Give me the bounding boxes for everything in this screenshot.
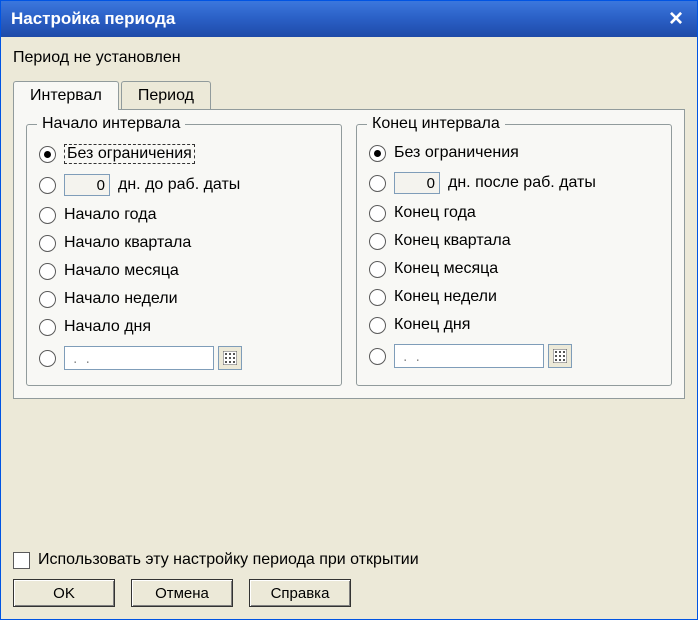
groups-row: Начало интервала Без ограничения дн. до … <box>26 124 672 386</box>
help-button[interactable]: Справка <box>249 579 351 607</box>
close-icon[interactable]: × <box>663 7 689 31</box>
radio-label: Конец месяца <box>394 260 498 278</box>
radio-icon[interactable] <box>369 175 386 192</box>
start-option-no-limit[interactable]: Без ограничения <box>37 139 331 169</box>
tab-panel-interval: Начало интервала Без ограничения дн. до … <box>13 109 685 399</box>
radio-label: Конец дня <box>394 316 470 334</box>
ok-button[interactable]: OK <box>13 579 115 607</box>
radio-icon[interactable] <box>369 289 386 306</box>
start-date-wrap <box>64 346 242 370</box>
start-option-quarter[interactable]: Начало квартала <box>37 229 331 257</box>
radio-icon[interactable] <box>369 233 386 250</box>
cancel-button[interactable]: Отмена <box>131 579 233 607</box>
radio-label: Конец квартала <box>394 232 511 250</box>
start-date-input[interactable] <box>64 346 214 370</box>
end-legend: Конец интервала <box>367 115 505 133</box>
bottom-panel: Использовать эту настройку периода при о… <box>1 543 697 619</box>
start-days-input[interactable] <box>64 174 110 196</box>
start-option-year[interactable]: Начало года <box>37 201 331 229</box>
radio-label: Начало недели <box>64 290 178 308</box>
radio-icon[interactable] <box>39 350 56 367</box>
start-option-week[interactable]: Начало недели <box>37 285 331 313</box>
tab-interval-label: Интервал <box>30 87 102 104</box>
radio-icon[interactable] <box>39 177 56 194</box>
radio-icon[interactable] <box>39 263 56 280</box>
end-option-days-after[interactable]: дн. после раб. даты <box>367 167 661 199</box>
tab-period-label: Период <box>138 87 194 104</box>
radio-label: Без ограничения <box>64 144 195 164</box>
end-date-wrap <box>394 344 572 368</box>
end-option-no-limit[interactable]: Без ограничения <box>367 139 661 167</box>
tab-row: Интервал Период <box>13 81 685 109</box>
tab-period[interactable]: Период <box>121 81 211 109</box>
radio-icon[interactable] <box>39 235 56 252</box>
end-date-input[interactable] <box>394 344 544 368</box>
radio-label: Начало месяца <box>64 262 179 280</box>
radio-label: Начало квартала <box>64 234 191 252</box>
end-option-date[interactable] <box>367 339 661 373</box>
start-interval-group: Начало интервала Без ограничения дн. до … <box>26 124 342 386</box>
checkbox-icon[interactable] <box>13 552 30 569</box>
window-title: Настройка периода <box>11 9 175 29</box>
use-on-open-checkbox-row[interactable]: Использовать эту настройку периода при о… <box>13 551 685 569</box>
end-days-input[interactable] <box>394 172 440 194</box>
end-option-year[interactable]: Конец года <box>367 199 661 227</box>
dialog-window: Настройка периода × Период не установлен… <box>0 0 698 620</box>
radio-icon[interactable] <box>369 205 386 222</box>
radio-label: Начало года <box>64 206 156 224</box>
status-label: Период не установлен <box>13 49 685 67</box>
radio-icon[interactable] <box>369 317 386 334</box>
radio-icon[interactable] <box>369 348 386 365</box>
radio-icon[interactable] <box>39 146 56 163</box>
start-legend: Начало интервала <box>37 115 185 133</box>
start-option-month[interactable]: Начало месяца <box>37 257 331 285</box>
start-option-days-before[interactable]: дн. до раб. даты <box>37 169 331 201</box>
radio-label: Конец недели <box>394 288 497 306</box>
radio-icon[interactable] <box>39 207 56 224</box>
radio-label: дн. до раб. даты <box>118 176 240 194</box>
button-row: OK Отмена Справка <box>13 579 685 607</box>
radio-label: дн. после раб. даты <box>448 174 596 192</box>
checkbox-label: Использовать эту настройку периода при о… <box>38 551 419 569</box>
radio-icon[interactable] <box>369 261 386 278</box>
client-area: Период не установлен Интервал Период Нач… <box>1 37 697 543</box>
tab-interval[interactable]: Интервал <box>13 81 119 110</box>
radio-icon[interactable] <box>369 145 386 162</box>
calendar-icon[interactable] <box>218 346 242 370</box>
end-option-week[interactable]: Конец недели <box>367 283 661 311</box>
radio-label: Начало дня <box>64 318 151 336</box>
end-interval-group: Конец интервала Без ограничения дн. посл… <box>356 124 672 386</box>
radio-icon[interactable] <box>39 319 56 336</box>
end-option-day[interactable]: Конец дня <box>367 311 661 339</box>
end-option-quarter[interactable]: Конец квартала <box>367 227 661 255</box>
titlebar: Настройка периода × <box>1 1 697 37</box>
radio-label: Конец года <box>394 204 476 222</box>
radio-icon[interactable] <box>39 291 56 308</box>
tabs-container: Интервал Период Начало интервала Без огр… <box>13 81 685 399</box>
radio-label: Без ограничения <box>394 144 519 162</box>
start-option-day[interactable]: Начало дня <box>37 313 331 341</box>
calendar-icon[interactable] <box>548 344 572 368</box>
start-option-date[interactable] <box>37 341 331 375</box>
end-option-month[interactable]: Конец месяца <box>367 255 661 283</box>
